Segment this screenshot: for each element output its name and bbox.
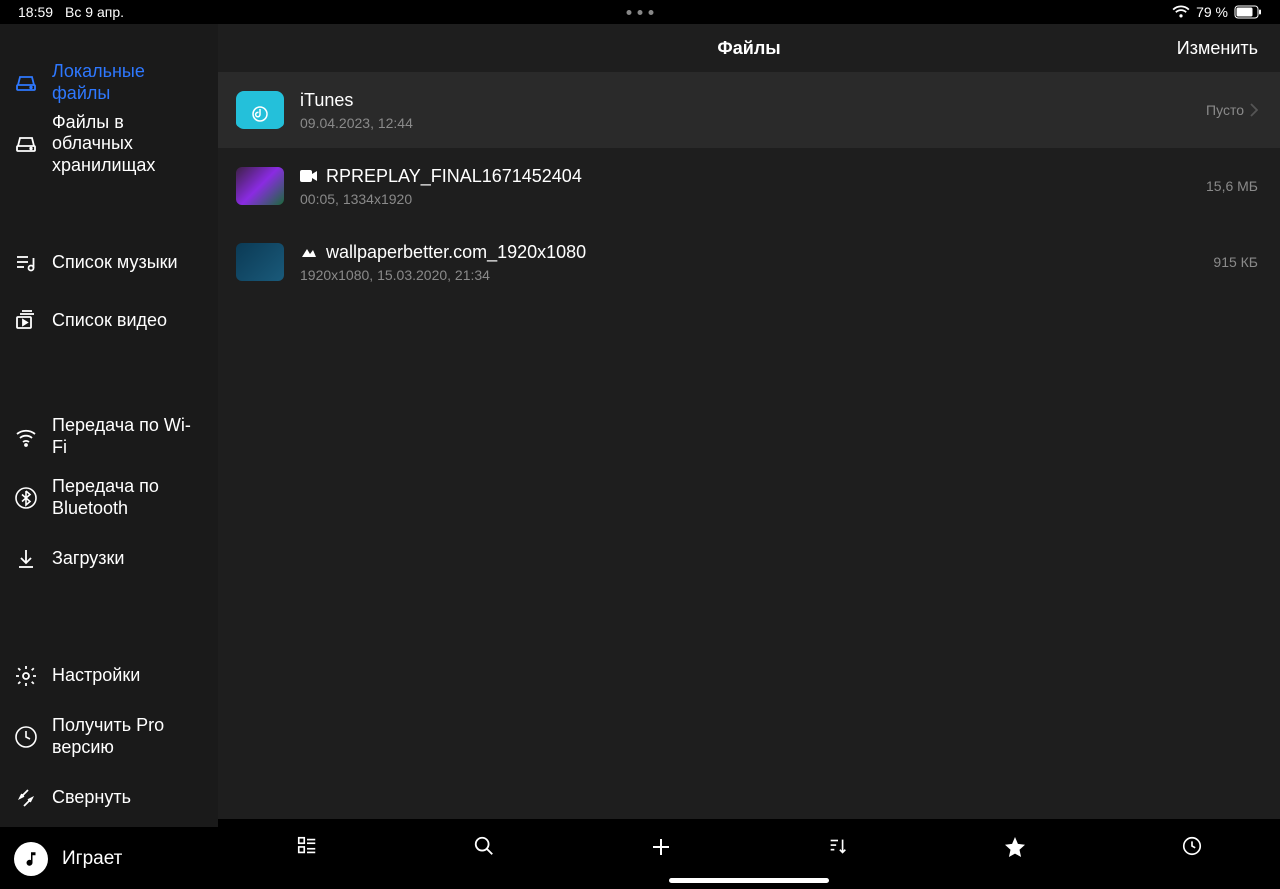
gear-icon <box>14 664 38 688</box>
edit-button[interactable]: Изменить <box>1177 38 1258 59</box>
wifi-icon <box>1172 5 1190 19</box>
wifi-transfer-icon <box>14 425 38 449</box>
sidebar-item-get-pro[interactable]: Получить Pro версию <box>0 705 218 769</box>
toolbar-add-button[interactable] <box>572 835 749 859</box>
sidebar-item-label: Локальные файлы <box>52 61 204 104</box>
main-area: Файлы Изменить iTunes 09.04.2023, 12:44 … <box>218 24 1280 889</box>
file-right-text: Пусто <box>1206 102 1244 118</box>
video-thumbnail <box>236 167 284 205</box>
now-playing-bar[interactable]: Играет <box>0 827 218 889</box>
sidebar-item-label: Получить Pro версию <box>52 715 204 758</box>
file-name: RPREPLAY_FINAL1671452404 <box>326 166 582 187</box>
battery-icon <box>1234 5 1262 19</box>
toolbar-view-button[interactable] <box>218 835 395 857</box>
toolbar-search-button[interactable] <box>395 835 572 857</box>
sidebar-item-music-list[interactable]: Список музыки <box>0 234 218 292</box>
file-list: iTunes 09.04.2023, 12:44 Пусто <box>218 72 1280 819</box>
file-item-video[interactable]: RPREPLAY_FINAL1671452404 00:05, 1334x192… <box>218 148 1280 224</box>
cloud-drive-icon <box>14 132 38 156</box>
file-size: 915 КБ <box>1213 254 1258 270</box>
bluetooth-icon <box>14 486 38 510</box>
multitasking-dots[interactable] <box>627 10 654 15</box>
sidebar-item-local-files[interactable]: Локальные файлы <box>0 54 218 112</box>
image-thumbnail <box>236 243 284 281</box>
sidebar-item-label: Список музыки <box>52 252 178 274</box>
sidebar-item-label: Список видео <box>52 310 167 332</box>
sidebar-item-label: Настройки <box>52 665 140 687</box>
file-meta: 09.04.2023, 12:44 <box>300 115 1190 131</box>
download-icon <box>14 547 38 571</box>
sidebar-item-downloads[interactable]: Загрузки <box>0 530 218 588</box>
file-item-folder[interactable]: iTunes 09.04.2023, 12:44 Пусто <box>218 72 1280 148</box>
sidebar-item-wifi-transfer[interactable]: Передача по Wi-Fi <box>0 408 218 466</box>
folder-icon <box>236 91 284 129</box>
sidebar-item-label: Файлы в облачных хранилищах <box>52 112 204 177</box>
toolbar-favorite-button[interactable] <box>926 835 1103 859</box>
toolbar-sort-button[interactable] <box>749 835 926 857</box>
sidebar-item-video-list[interactable]: Список видео <box>0 292 218 350</box>
file-item-image[interactable]: wallpaperbetter.com_1920x1080 1920x1080,… <box>218 224 1280 300</box>
drive-icon <box>14 71 38 95</box>
file-meta: 00:05, 1334x1920 <box>300 191 1190 207</box>
file-meta: 1920x1080, 15.03.2020, 21:34 <box>300 267 1197 283</box>
status-bar: 18:59 Вс 9 апр. 79 % <box>0 0 1280 24</box>
sidebar-item-cloud-files[interactable]: Файлы в облачных хранилищах <box>0 112 218 176</box>
video-type-icon <box>300 169 318 183</box>
page-title: Файлы <box>717 38 780 59</box>
status-date: Вс 9 апр. <box>65 4 124 20</box>
file-name: wallpaperbetter.com_1920x1080 <box>326 242 586 263</box>
now-playing-icon <box>14 842 48 876</box>
file-size: 15,6 МБ <box>1206 178 1258 194</box>
sidebar-item-label: Передача по Bluetooth <box>52 476 204 519</box>
chevron-right-icon <box>1250 103 1258 117</box>
sidebar-item-label: Передача по Wi-Fi <box>52 415 204 458</box>
sidebar: Локальные файлы Файлы в облачных хранили… <box>0 24 218 889</box>
sidebar-item-label: Загрузки <box>52 548 124 570</box>
video-list-icon <box>14 309 38 333</box>
toolbar-history-button[interactable] <box>1103 835 1280 857</box>
sidebar-item-collapse[interactable]: Свернуть <box>0 769 218 827</box>
music-list-icon <box>14 251 38 275</box>
sidebar-item-settings[interactable]: Настройки <box>0 647 218 705</box>
file-name: iTunes <box>300 90 353 111</box>
sidebar-item-bluetooth-transfer[interactable]: Передача по Bluetooth <box>0 466 218 530</box>
now-playing-label: Играет <box>62 848 122 870</box>
image-type-icon <box>300 245 318 259</box>
home-indicator[interactable] <box>669 878 829 883</box>
main-header: Файлы Изменить <box>218 24 1280 72</box>
sidebar-item-label: Свернуть <box>52 787 131 809</box>
collapse-icon <box>14 786 38 810</box>
status-time: 18:59 <box>18 4 53 20</box>
pro-icon <box>14 725 38 749</box>
status-battery-text: 79 % <box>1196 4 1228 20</box>
